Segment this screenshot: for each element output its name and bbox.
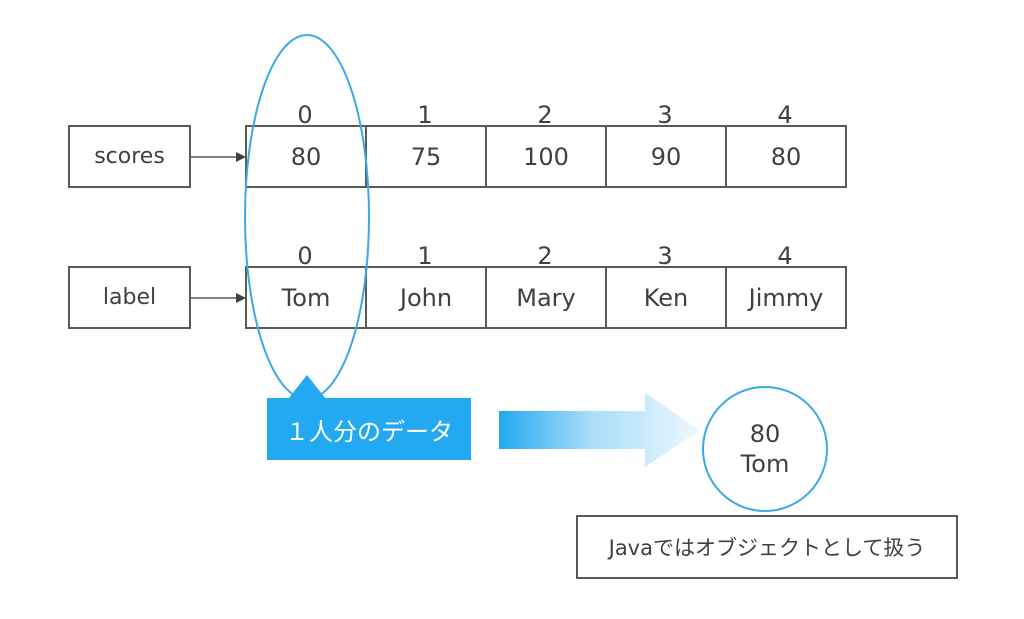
scores-reference-arrow	[191, 152, 246, 162]
transform-arrow-icon	[499, 393, 700, 467]
object-score: 80	[749, 420, 781, 448]
selection-ellipse	[244, 34, 370, 400]
note-text: Javaではオブジェクトとして扱う	[608, 536, 926, 560]
object-circle: 80 Tom	[702, 386, 828, 512]
one-person-data-callout: １人分のデータ	[267, 398, 471, 460]
callout-text: １人分のデータ	[285, 417, 453, 446]
label-reference-arrow	[191, 293, 246, 303]
object-name: Tom	[740, 450, 790, 478]
callout-pointer	[288, 375, 326, 399]
java-object-note: Javaではオブジェクトとして扱う	[576, 515, 958, 579]
